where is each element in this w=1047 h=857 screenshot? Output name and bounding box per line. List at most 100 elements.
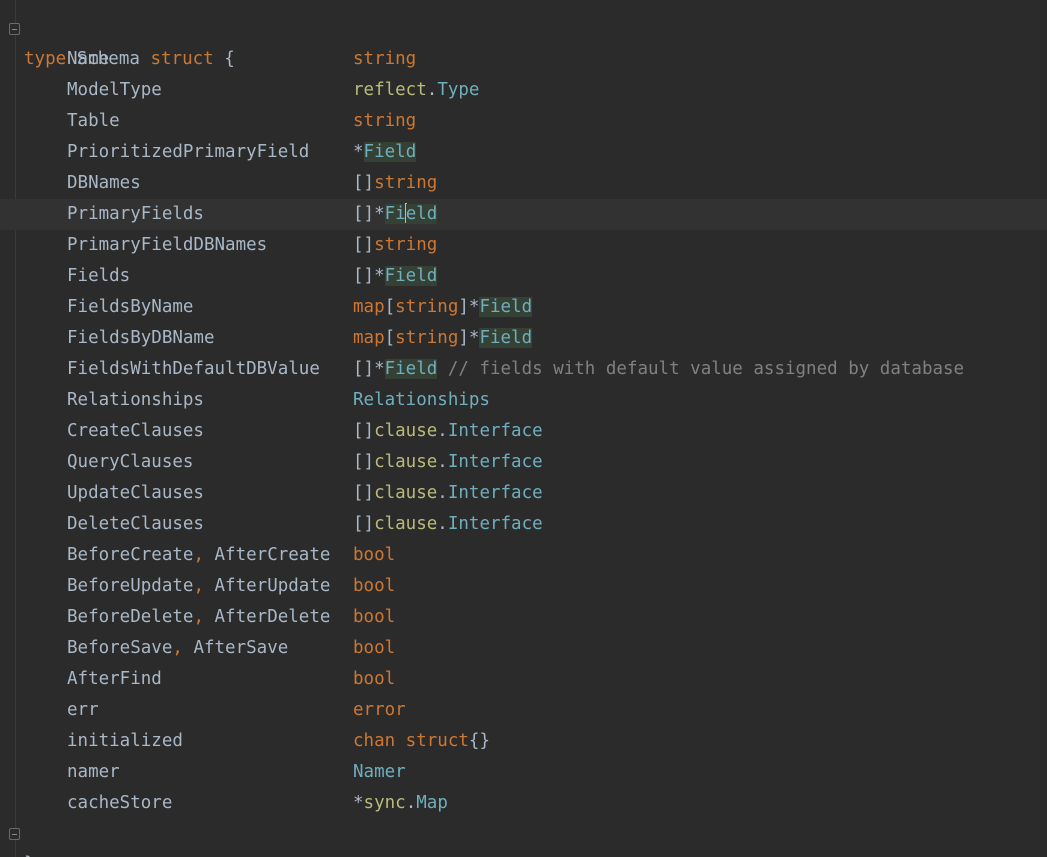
- field-type: bool: [353, 664, 395, 695]
- code-comment: // fields with default value assigned by…: [437, 359, 965, 379]
- type-token: .: [437, 514, 448, 534]
- type-token: map: [353, 297, 385, 317]
- field-line[interactable]: Table string: [0, 106, 1047, 137]
- code-editor[interactable]: type Schema struct { Name string ModelType…: [0, 0, 1047, 857]
- field-name: Name: [67, 49, 110, 69]
- type-token: Field: [384, 359, 438, 379]
- comma: ,: [193, 607, 215, 627]
- type-token: bool: [353, 669, 396, 689]
- field-line[interactable]: CreateClauses []clause.Interface: [0, 416, 1047, 447]
- field-type: bool: [353, 571, 395, 602]
- field-type: []*Field: [353, 261, 438, 292]
- field-line[interactable]: Relationships Relationships: [0, 385, 1047, 416]
- comma: ,: [172, 638, 194, 658]
- field-line[interactable]: BeforeSave, AfterSave bool: [0, 633, 1047, 664]
- type-token: clause: [374, 514, 438, 534]
- field-type: Relationships: [353, 385, 490, 416]
- field-name: FieldsByName: [67, 297, 194, 317]
- type-token: sync: [363, 793, 406, 813]
- type-token: bool: [353, 638, 396, 658]
- field-type: *sync.Map: [353, 788, 448, 819]
- field-line[interactable]: PrimaryFieldDBNames []string: [0, 230, 1047, 261]
- field-name: CreateClauses: [67, 421, 204, 441]
- type-token: *: [353, 793, 364, 813]
- field-line[interactable]: FieldsWithDefaultDBValue []*Field // fiel…: [0, 354, 1047, 385]
- field-type: []string: [353, 230, 437, 261]
- field-line[interactable]: Fields []*Field: [0, 261, 1047, 292]
- field-line[interactable]: PrioritizedPrimaryField *Field: [0, 137, 1047, 168]
- field-name-part: AfterUpdate: [214, 576, 331, 596]
- type-token: [: [384, 297, 396, 317]
- field-line[interactable]: initialized chan struct{}: [0, 726, 1047, 757]
- field-type: bool: [353, 540, 395, 571]
- field-type: []clause.Interface: [353, 509, 543, 540]
- field-name-part: AfterSave: [193, 638, 289, 658]
- type-token: Interface: [447, 452, 543, 472]
- field-type: bool: [353, 602, 395, 633]
- field-line[interactable]: AfterFind bool: [0, 664, 1047, 695]
- field-line[interactable]: BeforeCreate, AfterCreate bool: [0, 540, 1047, 571]
- field-line[interactable]: BeforeUpdate, AfterUpdate bool: [0, 571, 1047, 602]
- field-name: DBNames: [67, 173, 141, 193]
- type-token: error: [353, 700, 406, 720]
- field-name: PrioritizedPrimaryField: [67, 142, 310, 162]
- field-line[interactable]: DBNames []string: [0, 168, 1047, 199]
- field-type: string: [353, 106, 416, 137]
- field-line[interactable]: FieldsByName map[string]*Field: [0, 292, 1047, 323]
- field-name: Table: [67, 111, 120, 131]
- type-token: Interface: [447, 514, 543, 534]
- field-line[interactable]: err error: [0, 695, 1047, 726]
- field-type: Namer: [353, 757, 406, 788]
- type-token: bool: [353, 576, 396, 596]
- type-token: string: [353, 49, 417, 69]
- field-line[interactable]: QueryClauses []clause.Interface: [0, 447, 1047, 478]
- field-name: PrimaryFields: [67, 204, 204, 224]
- field-line[interactable]: BeforeDelete, AfterDelete bool: [0, 602, 1047, 633]
- type-token: []: [353, 421, 375, 441]
- field-name-part: BeforeCreate: [67, 545, 194, 565]
- type-token: bool: [353, 545, 396, 565]
- type-token: bool: [353, 607, 396, 627]
- type-token: chan struct: [353, 731, 469, 751]
- type-token: Relationships: [353, 390, 490, 410]
- field-line[interactable]: DeleteClauses []clause.Interface: [0, 509, 1047, 540]
- field-name: DeleteClauses: [67, 514, 204, 534]
- type-token: Namer: [353, 762, 406, 782]
- field-line[interactable]: ModelType reflect.Type: [0, 75, 1047, 106]
- field-name-part: BeforeUpdate: [67, 576, 194, 596]
- field-name: AfterFind: [67, 669, 162, 689]
- type-token: string: [374, 235, 438, 255]
- type-token: [: [384, 328, 396, 348]
- field-name: FieldsByDBName: [67, 328, 215, 348]
- type-token: Field: [384, 266, 438, 286]
- field-type: map[string]*Field: [353, 323, 533, 354]
- type-token: ]*: [458, 328, 480, 348]
- field-type: []*Field // fields with default value as…: [353, 354, 964, 385]
- type-token: []: [353, 483, 375, 503]
- field-line[interactable]: FieldsByDBName map[string]*Field: [0, 323, 1047, 354]
- field-type: []clause.Interface: [353, 478, 543, 509]
- struct-close-line[interactable]: }: [0, 818, 1047, 857]
- type-token: map: [353, 328, 385, 348]
- field-line[interactable]: Name string: [0, 44, 1047, 75]
- field-name: PrimaryFieldDBNames: [67, 235, 268, 255]
- type-token: Fi: [384, 204, 406, 224]
- comma: ,: [193, 576, 215, 596]
- type-token: clause: [374, 452, 438, 472]
- field-line[interactable]: namer Namer: [0, 757, 1047, 788]
- field-name-part: BeforeSave: [67, 638, 173, 658]
- field-name: Fields: [67, 266, 131, 286]
- struct-declaration-line[interactable]: type Schema struct {: [0, 13, 1047, 69]
- field-name: ModelType: [67, 80, 162, 100]
- field-line[interactable]: PrimaryFields []*Field: [0, 199, 1047, 230]
- type-token: .: [437, 483, 448, 503]
- type-token: Interface: [447, 421, 543, 441]
- field-line[interactable]: cacheStore *sync.Map: [0, 788, 1047, 819]
- field-name: err: [67, 700, 99, 720]
- field-type: []clause.Interface: [353, 447, 543, 478]
- field-type: []string: [353, 168, 437, 199]
- field-type: reflect.Type: [353, 75, 479, 106]
- field-name: cacheStore: [67, 793, 173, 813]
- field-line[interactable]: UpdateClauses []clause.Interface: [0, 478, 1047, 509]
- type-token: eld: [405, 204, 438, 224]
